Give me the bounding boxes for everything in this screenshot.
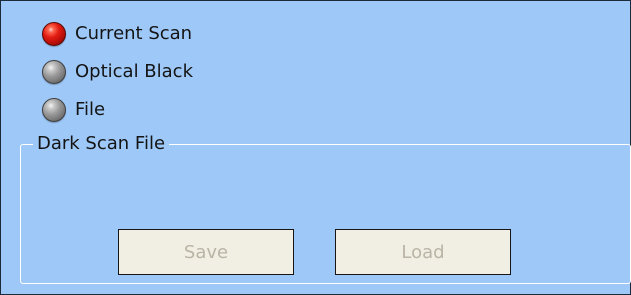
radio-file-label: File <box>75 99 106 120</box>
gray-led-icon <box>42 60 66 84</box>
red-led-icon <box>42 22 66 46</box>
dark-scan-file-group: Dark Scan File Save Load <box>20 133 631 284</box>
radio-file[interactable]: File <box>42 97 105 123</box>
dark-scan-file-title: Dark Scan File <box>33 133 170 155</box>
radio-optical-black-label: Optical Black <box>75 61 194 82</box>
load-button[interactable]: Load <box>335 229 511 275</box>
gray-led-icon <box>42 98 66 122</box>
save-button[interactable]: Save <box>118 229 294 275</box>
radio-current-scan[interactable]: Current Scan <box>42 21 192 47</box>
scan-settings-panel: Current Scan Optical Black File Dark Sca… <box>0 0 631 295</box>
radio-optical-black[interactable]: Optical Black <box>42 59 193 85</box>
radio-current-scan-label: Current Scan <box>75 23 193 44</box>
